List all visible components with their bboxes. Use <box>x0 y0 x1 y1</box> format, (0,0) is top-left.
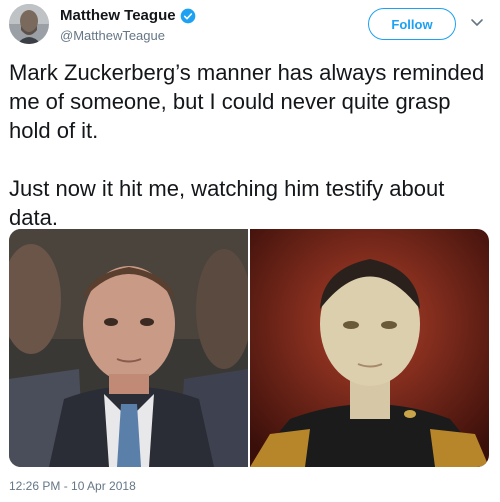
tweet-media[interactable] <box>9 229 489 467</box>
avatar[interactable] <box>9 4 49 44</box>
media-photo-left[interactable] <box>9 229 248 467</box>
chevron-down-icon[interactable] <box>470 18 484 28</box>
tweet-timestamp[interactable]: 12:26 PM - 10 Apr 2018 <box>9 479 136 493</box>
display-name[interactable]: Matthew Teague <box>60 7 176 24</box>
photo-man-in-suit <box>9 229 248 467</box>
media-photo-right[interactable] <box>250 229 489 467</box>
verified-badge-icon <box>180 8 195 23</box>
follow-button[interactable]: Follow <box>368 8 456 40</box>
user-handle[interactable]: @MatthewTeague <box>60 28 165 43</box>
author-name-row: Matthew Teague <box>60 7 196 24</box>
photo-android-character <box>250 229 489 467</box>
tweet-card: Matthew Teague @MatthewTeague Follow Mar… <box>0 0 500 502</box>
avatar-image <box>9 4 49 44</box>
tweet-text: Mark Zuckerberg’s manner has always remi… <box>9 60 485 230</box>
